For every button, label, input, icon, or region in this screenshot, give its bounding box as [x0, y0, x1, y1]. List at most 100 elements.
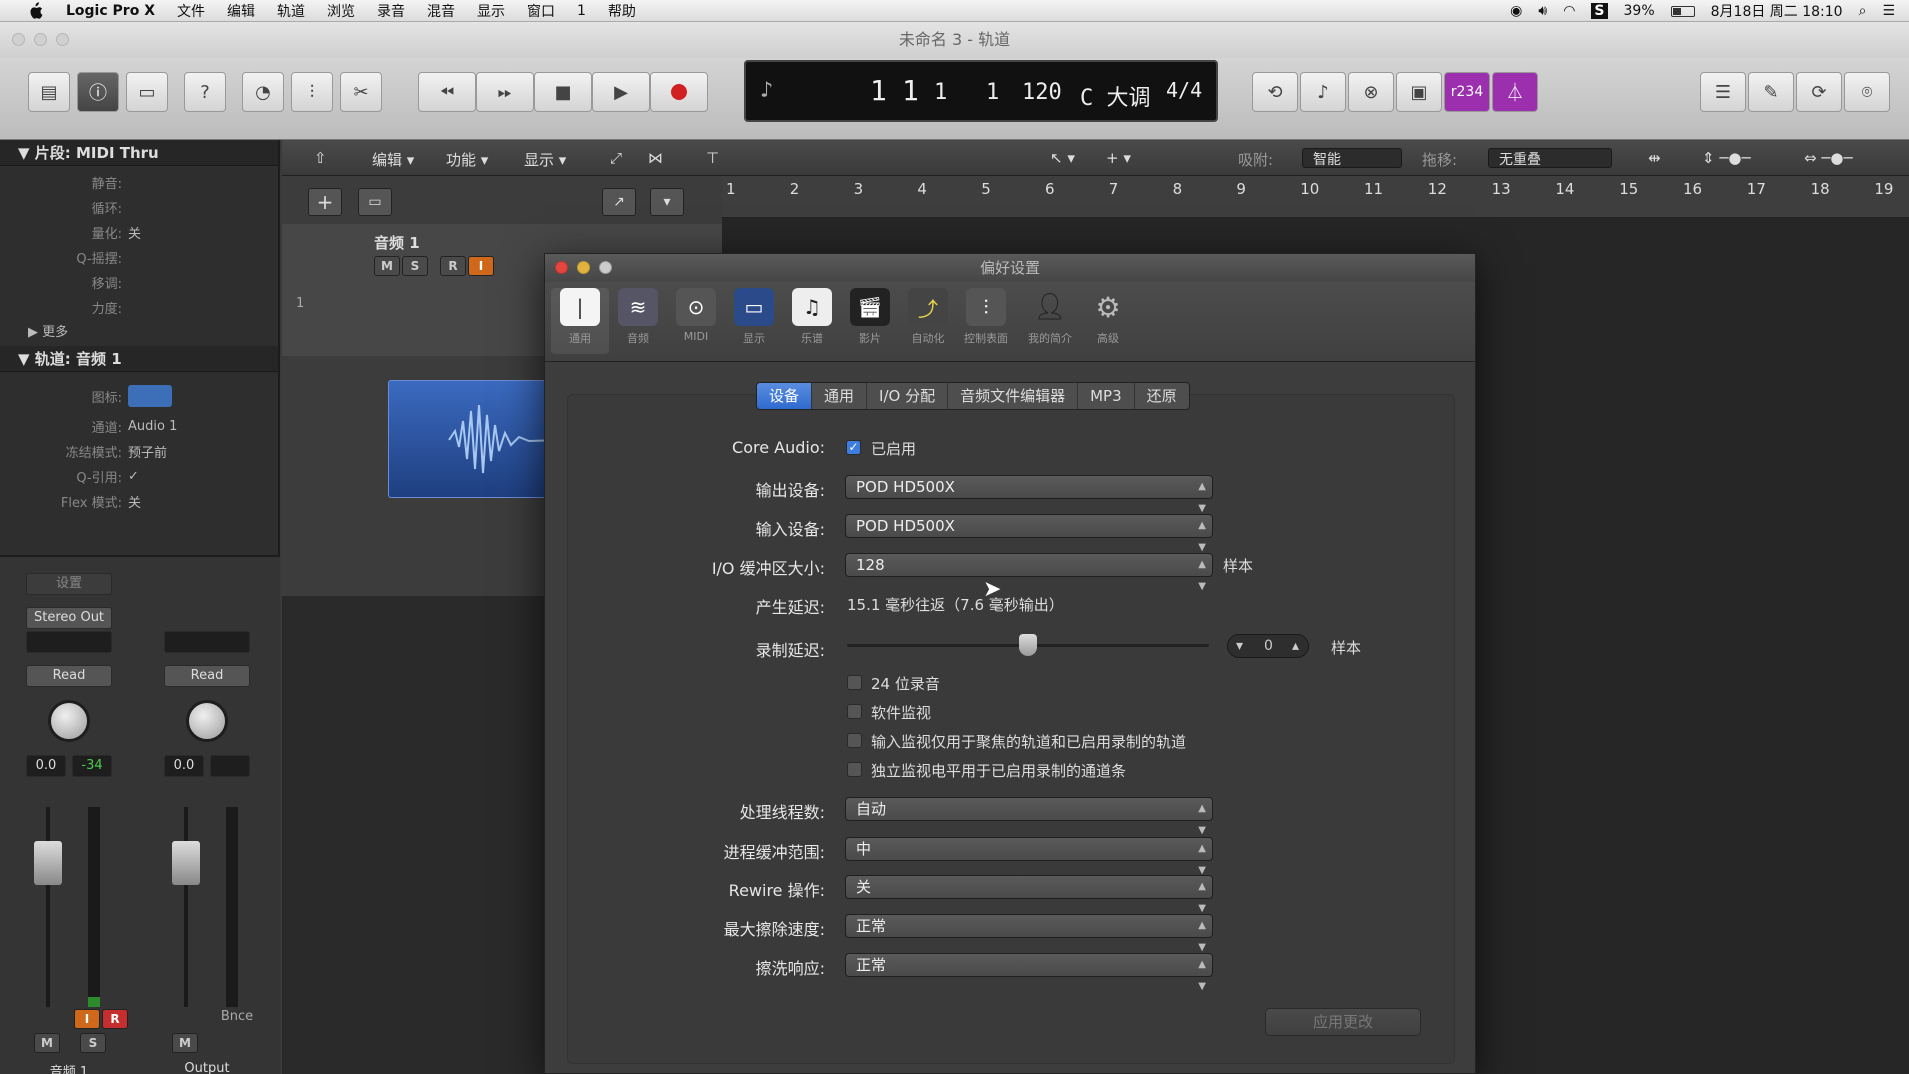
output-device-select[interactable]: POD HD500X ▲ ▼ — [845, 475, 1213, 514]
menu-mix[interactable]: 混音 — [427, 1, 455, 21]
independent-monitoring-checkbox[interactable] — [847, 762, 862, 777]
pan-knob[interactable] — [48, 700, 90, 742]
rewire-select[interactable]: 关 ▲ ▼ — [845, 875, 1213, 914]
flex-icon[interactable]: ⋈ — [648, 149, 663, 167]
process-buffer-select[interactable]: 中 ▲ ▼ — [845, 837, 1213, 876]
mute-button[interactable]: M — [172, 1033, 198, 1053]
stop-button[interactable]: ■ — [534, 72, 592, 112]
mixer-button[interactable]: ⫶ — [291, 72, 333, 112]
region-row[interactable]: 移调: — [0, 270, 278, 295]
inspector-button[interactable]: ⓘ — [77, 72, 119, 112]
global-tracks-button[interactable]: ▭ — [358, 188, 392, 216]
tuner-button[interactable]: ♪ — [1300, 72, 1346, 112]
dialog-minimize-button[interactable] — [577, 261, 590, 274]
collapse-button[interactable]: ▾ — [650, 188, 684, 216]
tab-general[interactable]: 通用 — [812, 383, 868, 409]
track-row[interactable]: 冻结模式: 预子前 — [0, 439, 278, 464]
region-row[interactable]: 循环: — [0, 195, 278, 220]
menu-edit[interactable]: 编辑 — [227, 1, 255, 21]
menu-window[interactable]: 窗口 — [527, 1, 555, 21]
volume-fader[interactable] — [34, 841, 62, 885]
pref-my-info[interactable]: 👤︎ 我的简介 — [1021, 288, 1079, 354]
more-disclosure[interactable]: ▶ 更多 — [0, 320, 278, 346]
automation-mode[interactable]: Read — [26, 665, 112, 687]
software-monitoring-checkbox[interactable] — [847, 704, 862, 719]
increment-icon[interactable]: ▴ — [1292, 638, 1299, 654]
pref-general[interactable]: | 通用 — [551, 288, 609, 354]
lcd-key[interactable]: C 大调 — [1080, 80, 1151, 112]
menu-record[interactable]: 录音 — [377, 1, 405, 21]
apply-changes-button[interactable]: 应用更改 — [1265, 1008, 1421, 1036]
ruler[interactable]: 1 2 3 4 5 6 7 8 9 10 11 12 13 14 15 16 17 18 19 — [722, 176, 1909, 218]
library-button[interactable]: ▤ — [28, 72, 70, 112]
buffer-size-select[interactable]: 128 ▲ ▼ — [845, 553, 1213, 592]
mute-button[interactable]: M — [34, 1033, 60, 1053]
track-icon-row[interactable]: 图标: — [0, 378, 278, 414]
lcd-display[interactable]: ♪ 1 1 1 1 120 C 大调 4/4 — [744, 60, 1218, 122]
list-editors-button[interactable]: ☰ — [1700, 72, 1746, 112]
functions-menu[interactable]: 功能 ▾ — [446, 149, 488, 170]
recording-delay-stepper[interactable]: ▾ 0 ▴ — [1227, 634, 1309, 658]
record-enable-button[interactable]: R — [102, 1009, 128, 1029]
track-solo-button[interactable]: S — [402, 256, 428, 276]
menu-one[interactable]: 1 — [577, 3, 586, 19]
pref-advanced[interactable]: ⚙ 高级 — [1079, 288, 1137, 354]
pencil-tool-icon[interactable]: + ▾ — [1106, 149, 1131, 167]
apple-icon[interactable] — [24, 0, 46, 22]
automation-icon[interactable]: ⤢ — [610, 149, 622, 167]
pref-display[interactable]: ▭ 显示 — [725, 288, 783, 354]
output-slot[interactable]: Stereo Out — [26, 607, 112, 629]
volume-icon[interactable]: 🔊︎ — [1538, 3, 1547, 19]
dialog-zoom-button[interactable] — [599, 261, 612, 274]
volume-readout[interactable]: 0.0 — [164, 755, 204, 777]
input-device-select[interactable]: POD HD500X ▲ ▼ — [845, 514, 1213, 553]
volume-readout[interactable]: 0.0 — [26, 755, 66, 777]
vertical-zoom-slider[interactable]: ⇕ ─●─ — [1702, 149, 1751, 167]
recording-delay-thumb[interactable] — [1019, 634, 1037, 656]
decrement-icon[interactable]: ▾ — [1236, 638, 1243, 654]
smart-controls-button[interactable]: ◔ — [242, 72, 284, 112]
solo-button[interactable]: ⊗ — [1348, 72, 1394, 112]
bounce-button[interactable]: Bnce — [212, 1009, 262, 1024]
region-row[interactable]: Q-摇摆: — [0, 245, 278, 270]
track-inspector-header[interactable]: ▼ 轨道: 音频 1 — [0, 346, 278, 372]
menu-browse[interactable]: 浏览 — [327, 1, 355, 21]
drag-select[interactable]: 无重叠 — [1488, 148, 1612, 168]
battery-icon[interactable] — [1670, 5, 1695, 17]
input-monitor-button[interactable]: I — [74, 1009, 100, 1029]
input-method-icon[interactable]: S — [1591, 3, 1608, 19]
add-track-button[interactable]: + — [308, 188, 342, 216]
datetime[interactable]: 8月18日 周二 18:10 — [1711, 1, 1843, 21]
waveform-zoom-icon[interactable]: ⇹ — [1648, 149, 1661, 167]
loop-browser-button[interactable]: ⟳ — [1796, 72, 1842, 112]
menu-help[interactable]: 帮助 — [608, 1, 636, 21]
pref-score[interactable]: ♫ 乐谱 — [783, 288, 841, 354]
track-record-button[interactable]: R — [440, 256, 466, 276]
group-slot[interactable] — [164, 631, 250, 653]
filter-icon[interactable]: ⊤ — [706, 149, 719, 167]
input-monitoring-checkbox[interactable] — [847, 733, 862, 748]
edit-menu[interactable]: 编辑 ▾ — [372, 149, 414, 170]
region-row[interactable]: 量化: 关 — [0, 220, 278, 245]
notepad-button[interactable]: ✎ — [1748, 72, 1794, 112]
scrub-speed-select[interactable]: 正常 ▲ ▼ — [845, 914, 1213, 953]
app-menu[interactable]: Logic Pro X — [66, 3, 155, 19]
record-button[interactable] — [650, 72, 708, 112]
menu-view[interactable]: 显示 — [477, 1, 505, 21]
setting-slot[interactable]: 设置 — [26, 573, 112, 595]
track-row[interactable]: Flex 模式: 关 — [0, 489, 278, 514]
24bit-checkbox[interactable] — [847, 675, 862, 690]
snap-select[interactable]: 智能 — [1302, 148, 1402, 168]
view-menu[interactable]: 显示 ▾ — [524, 149, 566, 170]
horizontal-zoom-slider[interactable]: ⇔ ─●─ — [1804, 149, 1853, 167]
tab-devices[interactable]: 设备 — [757, 383, 813, 409]
forward-button[interactable]: ⏩︎ — [476, 72, 534, 112]
scrub-response-select[interactable]: 正常 ▲ ▼ — [845, 953, 1213, 992]
record-status-icon[interactable]: ◉ — [1510, 3, 1522, 19]
automation-mode[interactable]: Read — [164, 665, 250, 687]
region-row[interactable]: 静音: — [0, 170, 278, 195]
audio-region[interactable] — [388, 380, 558, 498]
pref-audio[interactable]: ≋ 音频 — [609, 288, 667, 354]
pref-control-surfaces[interactable]: ⫶ 控制表面 — [957, 288, 1015, 354]
lcd-tempo[interactable]: 120 — [1022, 80, 1062, 105]
